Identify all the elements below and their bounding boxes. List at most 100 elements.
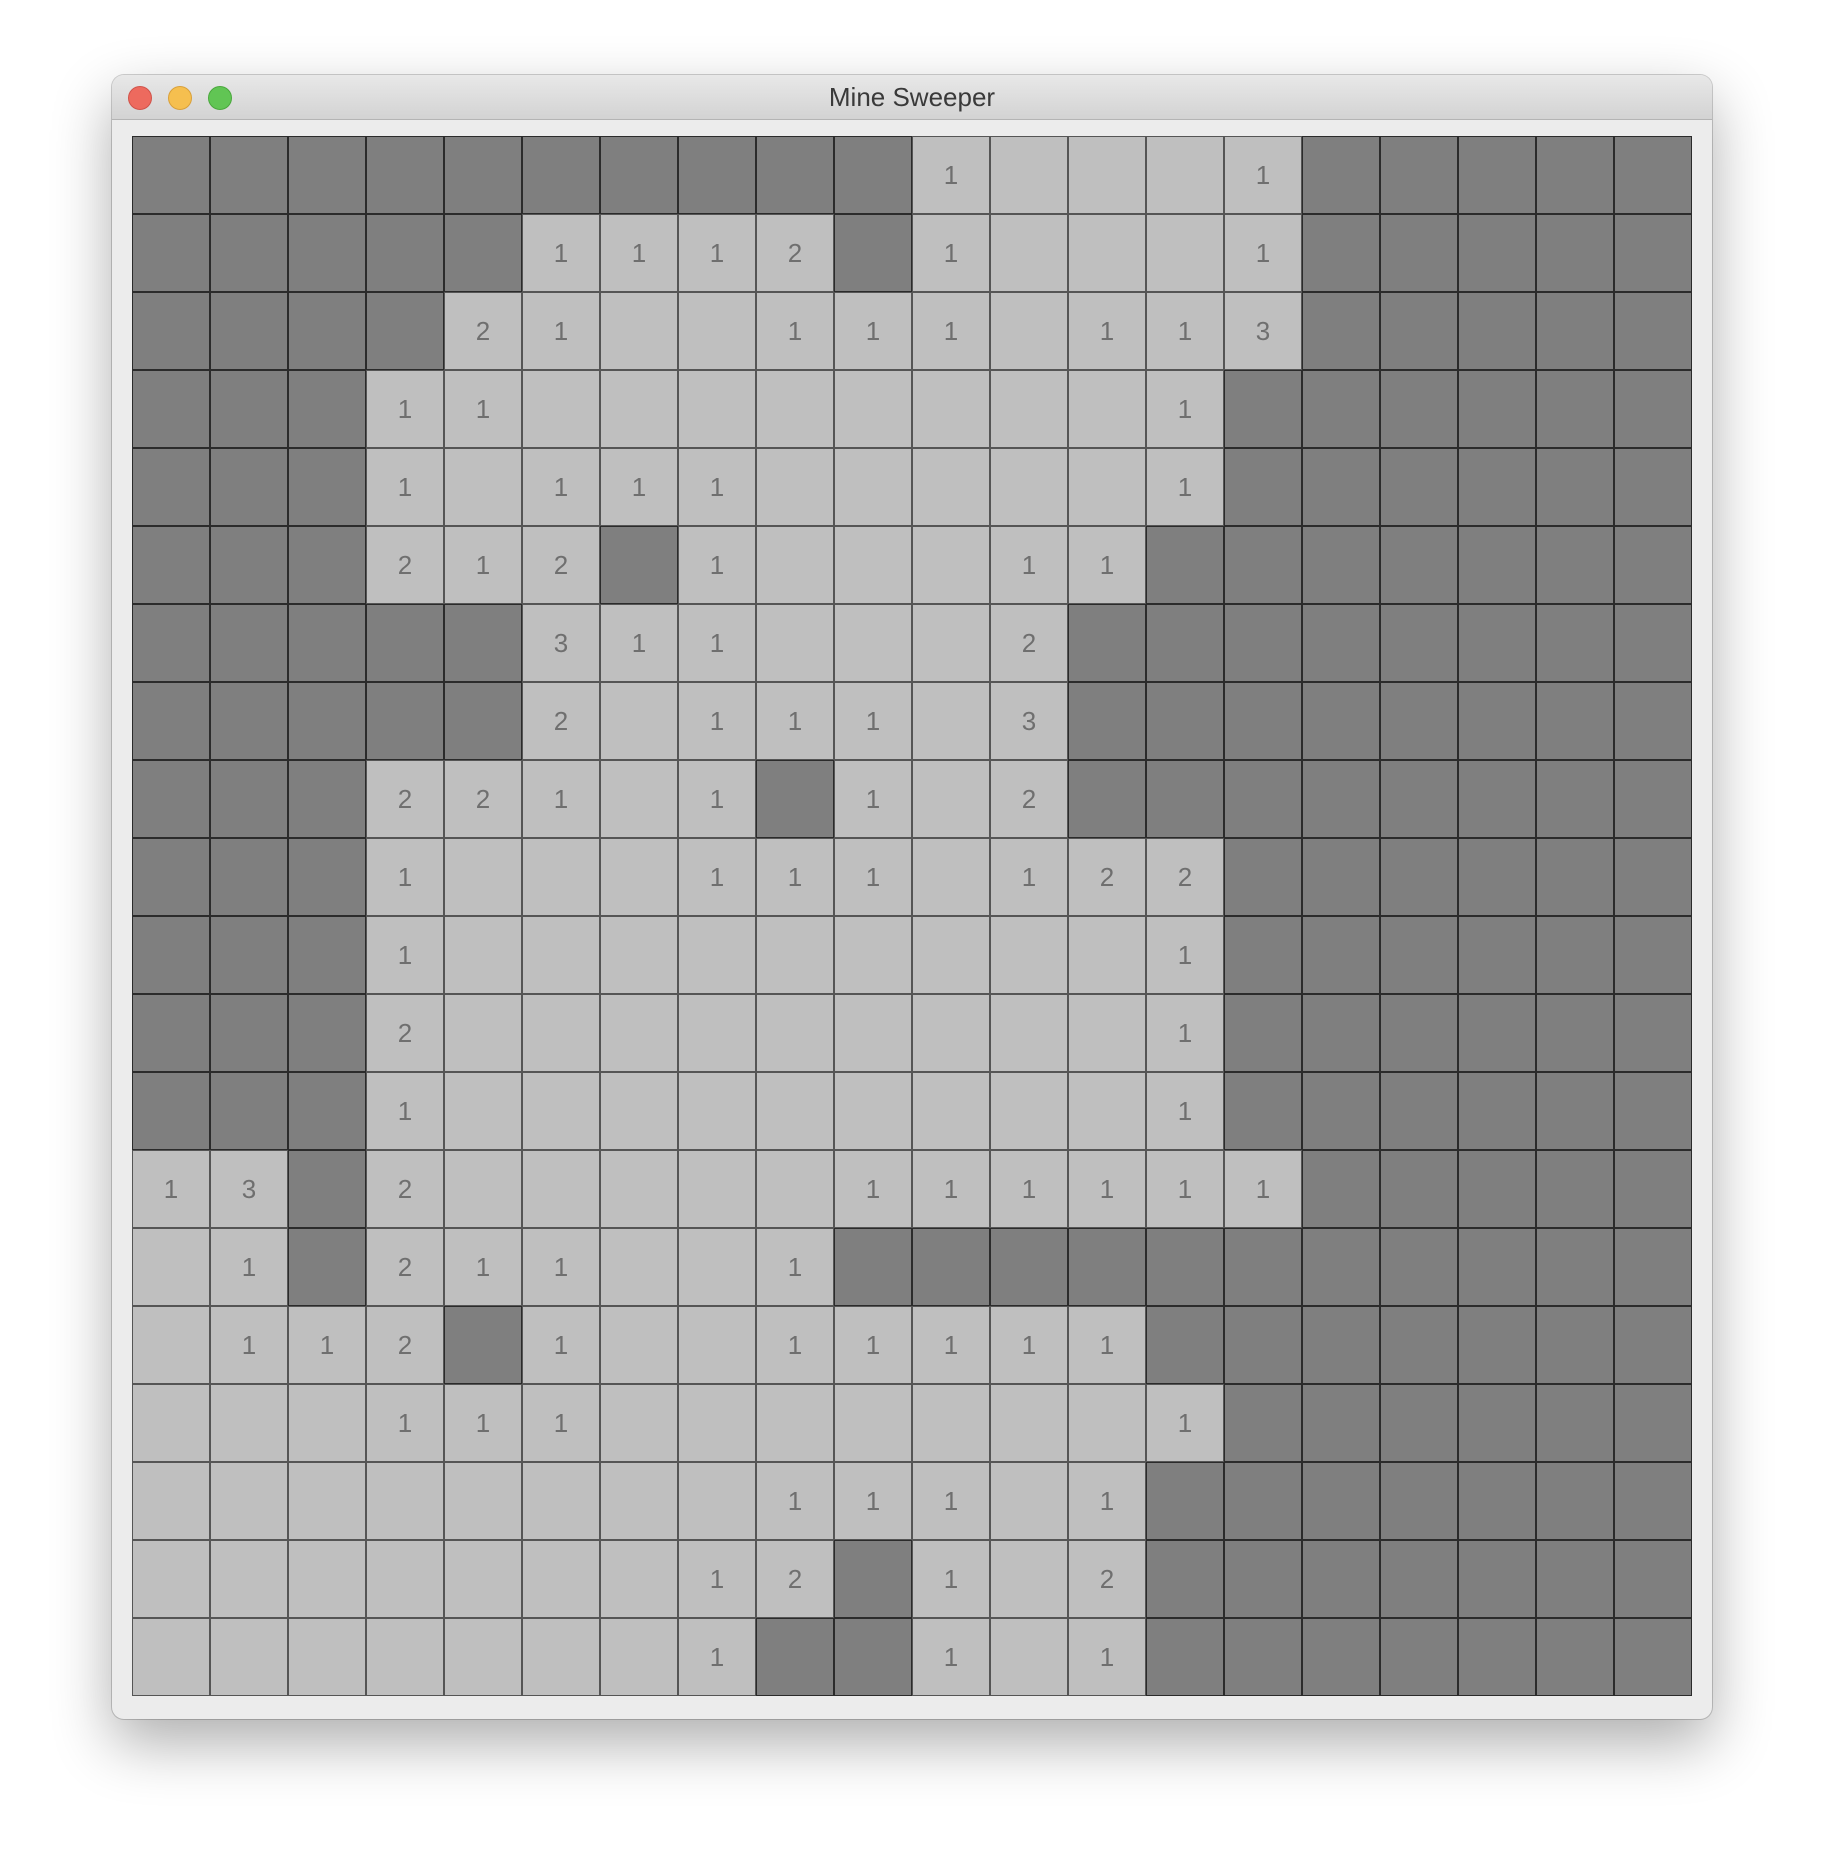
revealed-empty-cell[interactable]	[834, 448, 912, 526]
revealed-empty-cell[interactable]	[210, 1384, 288, 1462]
revealed-number-cell[interactable]: 1	[288, 1306, 366, 1384]
revealed-empty-cell[interactable]	[912, 526, 990, 604]
revealed-empty-cell[interactable]	[1068, 916, 1146, 994]
unrevealed-cell[interactable]	[1380, 604, 1458, 682]
unrevealed-cell[interactable]	[1536, 1384, 1614, 1462]
revealed-number-cell[interactable]: 1	[522, 1384, 600, 1462]
revealed-number-cell[interactable]: 1	[1146, 292, 1224, 370]
unrevealed-cell[interactable]	[132, 682, 210, 760]
unrevealed-cell[interactable]	[288, 604, 366, 682]
unrevealed-cell[interactable]	[1458, 1306, 1536, 1384]
unrevealed-cell[interactable]	[288, 994, 366, 1072]
revealed-empty-cell[interactable]	[1068, 1072, 1146, 1150]
revealed-number-cell[interactable]: 1	[756, 1462, 834, 1540]
revealed-empty-cell[interactable]	[990, 292, 1068, 370]
unrevealed-cell[interactable]	[1458, 448, 1536, 526]
unrevealed-cell[interactable]	[210, 214, 288, 292]
unrevealed-cell[interactable]	[1458, 526, 1536, 604]
unrevealed-cell[interactable]	[1380, 760, 1458, 838]
unrevealed-cell[interactable]	[1302, 1072, 1380, 1150]
unrevealed-cell[interactable]	[1224, 1462, 1302, 1540]
revealed-empty-cell[interactable]	[366, 1462, 444, 1540]
unrevealed-cell[interactable]	[1614, 136, 1692, 214]
revealed-empty-cell[interactable]	[522, 1072, 600, 1150]
unrevealed-cell[interactable]	[1536, 1228, 1614, 1306]
unrevealed-cell[interactable]	[210, 526, 288, 604]
revealed-number-cell[interactable]: 2	[522, 682, 600, 760]
revealed-empty-cell[interactable]	[678, 1072, 756, 1150]
revealed-number-cell[interactable]: 1	[1146, 370, 1224, 448]
revealed-empty-cell[interactable]	[210, 1618, 288, 1696]
revealed-empty-cell[interactable]	[756, 1384, 834, 1462]
revealed-empty-cell[interactable]	[756, 1150, 834, 1228]
unrevealed-cell[interactable]	[132, 916, 210, 994]
unrevealed-cell[interactable]	[1146, 1462, 1224, 1540]
unrevealed-cell[interactable]	[1302, 1540, 1380, 1618]
revealed-empty-cell[interactable]	[990, 1618, 1068, 1696]
unrevealed-cell[interactable]	[1458, 1384, 1536, 1462]
revealed-number-cell[interactable]: 1	[678, 1540, 756, 1618]
unrevealed-cell[interactable]	[1614, 1462, 1692, 1540]
revealed-empty-cell[interactable]	[600, 1306, 678, 1384]
unrevealed-cell[interactable]	[366, 136, 444, 214]
revealed-empty-cell[interactable]	[678, 1462, 756, 1540]
unrevealed-cell[interactable]	[288, 760, 366, 838]
revealed-number-cell[interactable]: 1	[366, 916, 444, 994]
unrevealed-cell[interactable]	[1224, 604, 1302, 682]
unrevealed-cell[interactable]	[1536, 136, 1614, 214]
revealed-empty-cell[interactable]	[990, 916, 1068, 994]
revealed-number-cell[interactable]: 1	[366, 1384, 444, 1462]
revealed-number-cell[interactable]: 1	[366, 1072, 444, 1150]
unrevealed-cell[interactable]	[1614, 526, 1692, 604]
revealed-empty-cell[interactable]	[834, 1384, 912, 1462]
unrevealed-cell[interactable]	[1614, 1072, 1692, 1150]
revealed-number-cell[interactable]: 2	[522, 526, 600, 604]
title-bar[interactable]: Mine Sweeper	[112, 75, 1712, 120]
revealed-empty-cell[interactable]	[912, 1072, 990, 1150]
revealed-empty-cell[interactable]	[522, 1540, 600, 1618]
revealed-empty-cell[interactable]	[522, 994, 600, 1072]
unrevealed-cell[interactable]	[1458, 682, 1536, 760]
unrevealed-cell[interactable]	[132, 760, 210, 838]
unrevealed-cell[interactable]	[1380, 292, 1458, 370]
revealed-number-cell[interactable]: 1	[834, 292, 912, 370]
revealed-empty-cell[interactable]	[756, 1072, 834, 1150]
unrevealed-cell[interactable]	[1458, 1072, 1536, 1150]
revealed-number-cell[interactable]: 1	[990, 1150, 1068, 1228]
revealed-empty-cell[interactable]	[132, 1306, 210, 1384]
unrevealed-cell[interactable]	[1536, 1618, 1614, 1696]
revealed-number-cell[interactable]: 1	[522, 1228, 600, 1306]
revealed-number-cell[interactable]: 1	[1224, 136, 1302, 214]
unrevealed-cell[interactable]	[1302, 292, 1380, 370]
unrevealed-cell[interactable]	[1302, 682, 1380, 760]
revealed-empty-cell[interactable]	[600, 682, 678, 760]
unrevealed-cell[interactable]	[1614, 994, 1692, 1072]
unrevealed-cell[interactable]	[288, 1228, 366, 1306]
unrevealed-cell[interactable]	[1302, 1384, 1380, 1462]
revealed-number-cell[interactable]: 1	[834, 760, 912, 838]
unrevealed-cell[interactable]	[1536, 994, 1614, 1072]
unrevealed-cell[interactable]	[1146, 604, 1224, 682]
revealed-empty-cell[interactable]	[912, 682, 990, 760]
unrevealed-cell[interactable]	[366, 604, 444, 682]
revealed-empty-cell[interactable]	[678, 1150, 756, 1228]
revealed-number-cell[interactable]: 1	[366, 838, 444, 916]
unrevealed-cell[interactable]	[834, 1228, 912, 1306]
unrevealed-cell[interactable]	[1458, 838, 1536, 916]
unrevealed-cell[interactable]	[1146, 1228, 1224, 1306]
revealed-empty-cell[interactable]	[444, 1462, 522, 1540]
unrevealed-cell[interactable]	[288, 1072, 366, 1150]
revealed-number-cell[interactable]: 3	[210, 1150, 288, 1228]
unrevealed-cell[interactable]	[1614, 916, 1692, 994]
revealed-empty-cell[interactable]	[288, 1384, 366, 1462]
revealed-empty-cell[interactable]	[990, 994, 1068, 1072]
unrevealed-cell[interactable]	[1536, 526, 1614, 604]
unrevealed-cell[interactable]	[1458, 1618, 1536, 1696]
unrevealed-cell[interactable]	[756, 760, 834, 838]
revealed-empty-cell[interactable]	[522, 370, 600, 448]
unrevealed-cell[interactable]	[288, 370, 366, 448]
unrevealed-cell[interactable]	[1458, 370, 1536, 448]
revealed-empty-cell[interactable]	[912, 760, 990, 838]
revealed-number-cell[interactable]: 1	[1068, 1150, 1146, 1228]
unrevealed-cell[interactable]	[1224, 370, 1302, 448]
